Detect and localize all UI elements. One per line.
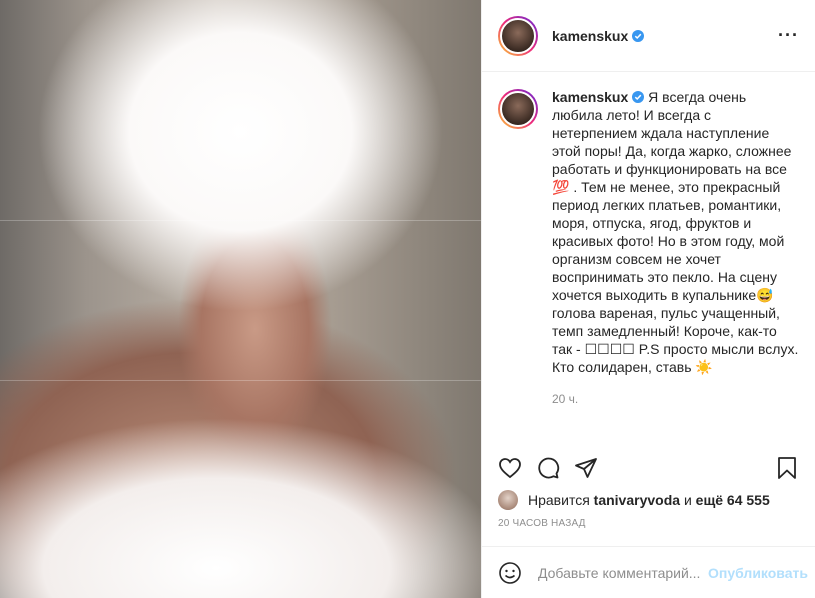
verified-badge-icon [632,29,645,42]
share-icon[interactable] [574,456,598,480]
likes-prefix: Нравится [528,492,590,508]
caption-text: Я всегда очень любила лето! И всегда с н… [552,89,799,375]
liker-avatar[interactable] [498,490,518,510]
more-options-icon[interactable]: ··· [778,25,799,46]
avatar-image [500,91,536,127]
comment-input[interactable] [538,564,708,581]
avatar[interactable] [498,15,538,56]
comment-icon[interactable] [536,456,560,480]
caption-username[interactable]: kamenskux [552,89,628,105]
post-side-panel: kamenskux ··· kamenskux Я всегда очень л… [481,0,815,598]
post-photo[interactable] [0,0,481,598]
post-header: kamenskux ··· [482,0,815,72]
bookmark-icon[interactable] [775,456,799,480]
post-timestamp[interactable]: 20 ЧАСОВ НАЗАД [498,518,586,529]
caption-time[interactable]: 20 ч. [552,390,799,408]
tile-seam [0,380,481,381]
action-bar [498,454,799,482]
tile-seam [0,220,481,221]
verified-badge-icon [632,91,645,103]
comment-form: Опубликовать [482,546,815,598]
likes-count[interactable]: ещё 64 555 [696,492,770,508]
header-username[interactable]: kamenskux [552,28,628,44]
caption-body: kamenskux Я всегда очень любила лето! И … [552,88,799,408]
avatar-image [500,17,536,54]
heart-icon[interactable] [498,456,522,480]
caption-avatar[interactable] [498,89,538,129]
publish-button[interactable]: Опубликовать [708,565,808,581]
likes-middle: и [683,492,692,508]
emoji-icon[interactable] [498,561,522,585]
liked-by-user[interactable]: tanivaryvoda [594,492,680,508]
post-caption: kamenskux Я всегда очень любила лето! И … [498,88,799,408]
likes-summary: Нравится tanivaryvoda и ещё 64 555 [498,490,770,510]
